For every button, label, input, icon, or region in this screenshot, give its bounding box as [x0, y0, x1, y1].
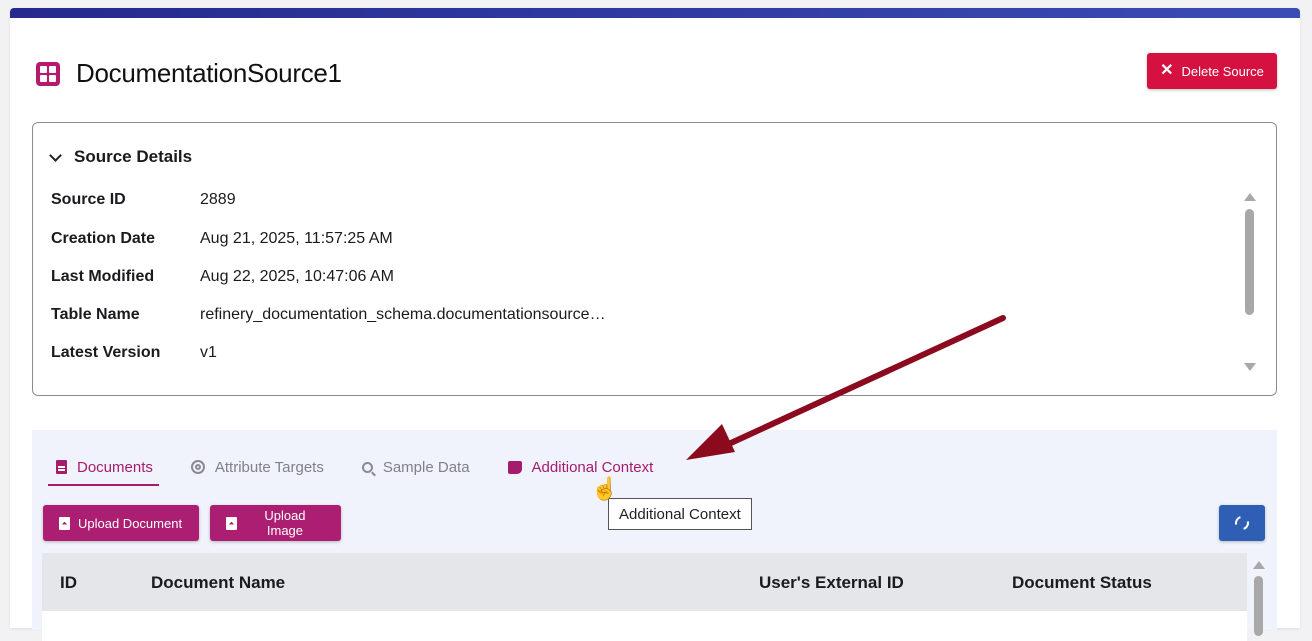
- column-header-document-name[interactable]: Document Name: [151, 573, 285, 593]
- hand-cursor-icon: ☝: [591, 476, 619, 501]
- upload-document-label: Upload Document: [78, 515, 183, 531]
- tab-additional-context[interactable]: Additional Context: [507, 452, 654, 482]
- tab-sample-data[interactable]: Sample Data: [361, 452, 470, 482]
- document-icon: [56, 460, 67, 474]
- page: DocumentationSource1 ✕ Delete Source Sou…: [10, 8, 1300, 641]
- file-upload-icon: [59, 516, 70, 530]
- table-header: ID Document Name User's External ID Docu…: [42, 553, 1247, 611]
- tab-label: Sample Data: [382, 458, 470, 476]
- tab-documents[interactable]: Documents: [48, 452, 159, 486]
- detail-value: refinery_documentation_schema.documentat…: [200, 306, 606, 323]
- detail-label: Last Modified: [51, 268, 155, 285]
- source-details-toggle[interactable]: Source Details: [49, 147, 193, 167]
- tab-label: Additional Context: [531, 458, 654, 476]
- image-upload-icon: [226, 516, 237, 530]
- detail-row-source-id: Source ID 2889: [51, 191, 236, 209]
- refresh-icon: [1232, 513, 1252, 533]
- detail-label: Creation Date: [51, 230, 156, 247]
- search-data-icon: [361, 461, 373, 473]
- delete-source-button[interactable]: ✕ Delete Source: [1147, 53, 1277, 89]
- page-header: DocumentationSource1: [36, 58, 342, 89]
- upload-image-label: Upload Image: [264, 508, 306, 538]
- detail-label: Latest Version: [51, 344, 161, 361]
- top-accent-bar: [10, 8, 1300, 18]
- chevron-down-icon: [49, 148, 62, 162]
- upload-document-button[interactable]: Upload Document: [43, 505, 199, 541]
- upload-image-button[interactable]: Upload Image: [210, 505, 341, 541]
- tab-label: Attribute Targets: [214, 458, 324, 476]
- tooltip: Additional Context: [608, 498, 752, 530]
- documents-panel: Documents Attribute Targets Sample Data …: [32, 430, 1277, 641]
- scroll-down-arrow[interactable]: [1244, 363, 1256, 371]
- detail-label: Table Name: [51, 306, 140, 323]
- detail-row-last-modified: Last Modified Aug 22, 2025, 10:47:06 AM: [51, 268, 394, 286]
- page-title: DocumentationSource1: [76, 58, 342, 88]
- scrollbar-thumb[interactable]: [1245, 209, 1254, 315]
- tab-attribute-targets[interactable]: Attribute Targets: [190, 452, 324, 482]
- source-details-card: Source Details Source ID 2889 Creation D…: [32, 122, 1277, 396]
- table-row: [42, 611, 1247, 641]
- delete-source-label: Delete Source: [1181, 63, 1264, 79]
- column-header-document-status[interactable]: Document Status: [1012, 573, 1152, 593]
- detail-value: Aug 21, 2025, 11:57:25 AM: [200, 230, 393, 247]
- detail-row-creation-date: Creation Date Aug 21, 2025, 11:57:25 AM: [51, 230, 393, 248]
- refresh-button[interactable]: [1219, 505, 1265, 541]
- column-header-external-id[interactable]: User's External ID: [759, 573, 904, 593]
- table-scroll-up-arrow[interactable]: [1253, 561, 1265, 569]
- detail-label: Source ID: [51, 191, 126, 208]
- grid-icon: [36, 61, 60, 86]
- detail-row-table-name: Table Name refinery_documentation_schema…: [51, 306, 606, 324]
- close-icon: ✕: [1160, 62, 1174, 79]
- table-scrollbar-thumb[interactable]: [1254, 576, 1263, 636]
- source-details-heading: Source Details: [74, 147, 193, 166]
- detail-value: 2889: [200, 191, 236, 208]
- detail-row-latest-version: Latest Version v1: [51, 344, 217, 362]
- tab-label: Documents: [77, 458, 153, 476]
- detail-value: v1: [200, 344, 217, 361]
- target-icon: [190, 460, 205, 474]
- column-header-id[interactable]: ID: [60, 573, 77, 593]
- scroll-up-arrow[interactable]: [1244, 193, 1256, 201]
- note-icon: [507, 460, 522, 474]
- detail-value: Aug 22, 2025, 10:47:06 AM: [200, 268, 394, 285]
